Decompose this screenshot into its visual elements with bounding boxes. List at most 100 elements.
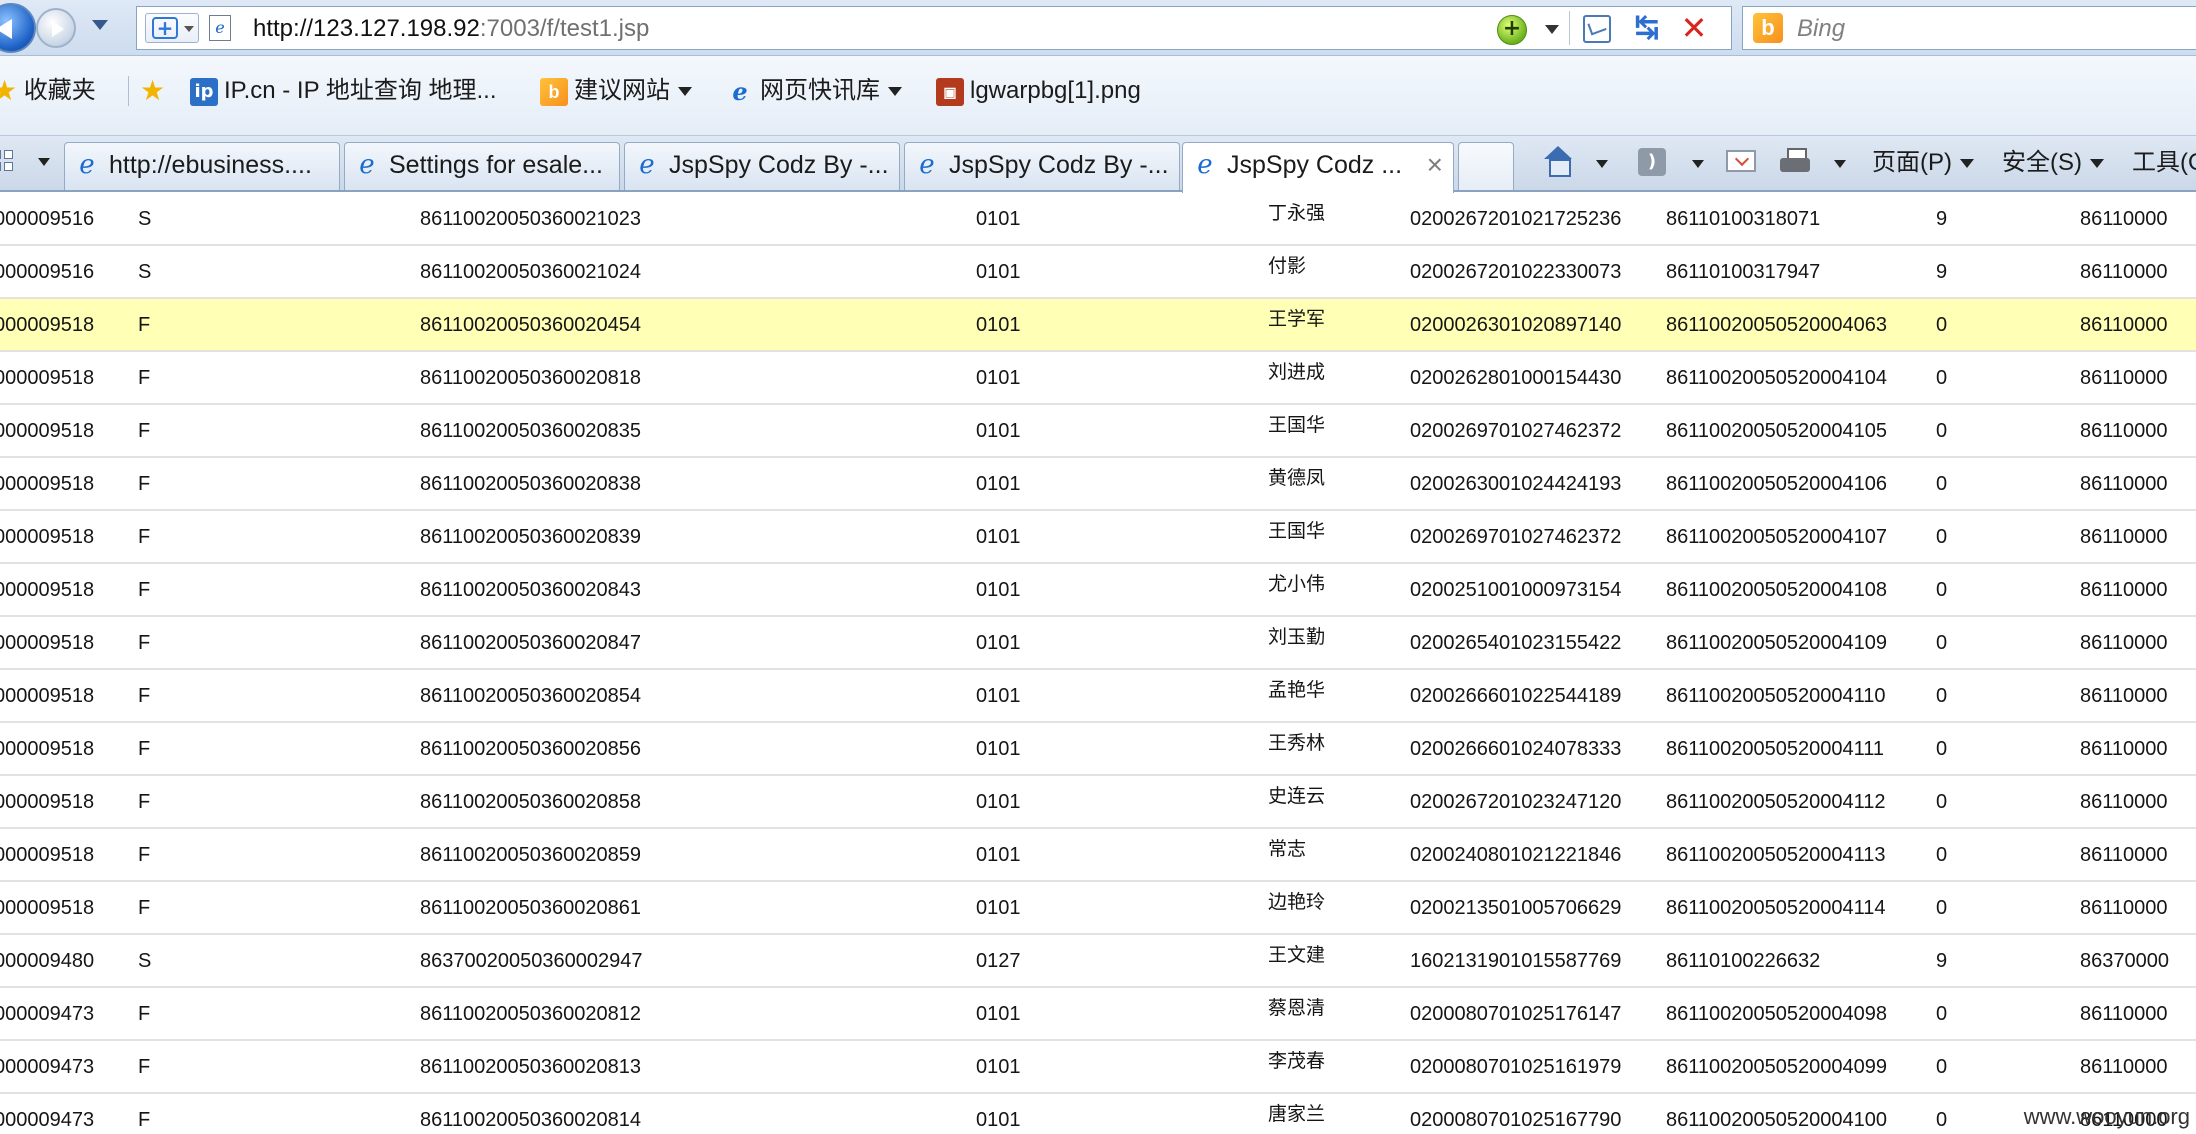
cell-code: 0101: [976, 261, 1021, 283]
cell-ref-no: 86110020050520004105: [1666, 420, 1887, 442]
favorite-link-suggested-sites[interactable]: b 建议网站: [540, 74, 692, 108]
tab-jspspy-1[interactable]: e JspSpy Codz By -...: [624, 142, 900, 190]
cell-card-no: 0200080701025176147: [1410, 1003, 1622, 1025]
compatibility-icon[interactable]: +: [1497, 15, 1527, 45]
tab-list-dropdown-icon[interactable]: [38, 158, 50, 166]
cell-id: 000009518: [0, 420, 95, 442]
feeds-icon[interactable]: ): [1638, 148, 1666, 176]
favorite-label: lgwarpbg[1].png: [970, 77, 1141, 104]
table-row[interactable]: 000009518 F 86110020050360020856 0101 王秀林 020…: [0, 723, 2196, 776]
add-site-button[interactable]: +: [145, 13, 199, 43]
table-row[interactable]: 000009473 F 86110020050360020813 0101 李茂春 020…: [0, 1041, 2196, 1094]
compatibility-view-icon[interactable]: [1583, 15, 1611, 43]
cell-account: 86110020050360020854: [420, 685, 641, 707]
cell-card-no: 0200080701025167790: [1410, 1109, 1622, 1131]
favorite-link-web-slices[interactable]: e 网页快讯库: [726, 74, 902, 108]
cell-account: 86110020050360020454: [420, 314, 641, 336]
chevron-down-icon[interactable]: [1545, 25, 1559, 34]
table-row[interactable]: 000009518 F 86110020050360020854 0101 孟艳华 020…: [0, 670, 2196, 723]
favorite-label: IP.cn - IP 地址查询 地理...: [224, 77, 497, 104]
page-menu-button[interactable]: 页面(P): [1872, 146, 1974, 180]
back-button[interactable]: [0, 3, 36, 53]
favorite-link-png[interactable]: ▣ lgwarpbg[1].png: [936, 74, 1141, 108]
cell-id: 000009480: [0, 950, 95, 972]
recent-pages-dropdown-icon[interactable]: [92, 20, 108, 30]
quick-tabs-icon[interactable]: [0, 148, 26, 178]
cell-type: F: [138, 367, 151, 389]
tab-jspspy-2[interactable]: e JspSpy Codz By -...: [904, 142, 1180, 190]
url-text[interactable]: http://123.127.198.92:7003/f/test1.jsp: [253, 15, 649, 43]
cell-type: F: [138, 1003, 151, 1025]
refresh-icon[interactable]: ↹: [1630, 13, 1664, 45]
table-row[interactable]: 000009518 F 86110020050360020838 0101 黄德凤 020…: [0, 458, 2196, 511]
table-row-highlighted[interactable]: 000009518 F 86110020050360020454 0101 王学军 020…: [0, 299, 2196, 352]
search-placeholder[interactable]: Bing: [1797, 15, 1845, 43]
address-field[interactable]: + e http://123.127.198.92:7003/f/test1.j…: [136, 6, 1732, 50]
chevron-down-icon[interactable]: [1596, 160, 1608, 168]
cell-id: 000009518: [0, 685, 95, 707]
cell-account: 86110020050360020856: [420, 738, 641, 760]
favorite-link-ipcn[interactable]: ip IP.cn - IP 地址查询 地理...: [190, 74, 497, 108]
cell-name: 王国华: [1268, 520, 1326, 542]
cell-code: 0101: [976, 844, 1021, 866]
search-box[interactable]: b Bing: [1742, 6, 2196, 50]
add-to-favorites-button[interactable]: ★: [140, 74, 165, 108]
cell-name: 尤小伟: [1268, 573, 1326, 595]
cell-type: S: [138, 950, 152, 972]
cell-code: 0101: [976, 579, 1021, 601]
cell-flag: 0: [1936, 314, 1948, 336]
table-row[interactable]: 000009518 F 86110020050360020858 0101 史连云 020…: [0, 776, 2196, 829]
cell-id: 000009516: [0, 261, 95, 283]
tools-menu-button[interactable]: 工具(O): [2132, 146, 2196, 180]
table-row[interactable]: 000009518 F 86110020050360020835 0101 王国华 020…: [0, 405, 2196, 458]
ie-icon: e: [359, 150, 375, 180]
chevron-down-icon[interactable]: [1692, 160, 1704, 168]
cell-id: 000009518: [0, 844, 95, 866]
cell-code: 0101: [976, 897, 1021, 919]
cell-branch: 86110000: [2080, 420, 2168, 442]
table-row[interactable]: 000009518 F 86110020050360020859 0101 常志 0200…: [0, 829, 2196, 882]
home-icon[interactable]: [1542, 146, 1574, 178]
cell-ref-no: 86110100317947: [1666, 261, 1821, 283]
tab-ebusiness[interactable]: e http://ebusiness....: [64, 142, 340, 190]
cell-code: 0101: [976, 791, 1021, 813]
cell-branch: 86110000: [2080, 1003, 2168, 1025]
url-path: :7003/f/test1.jsp: [479, 15, 650, 42]
cell-code: 0127: [976, 950, 1021, 972]
add-favorite-star-icon: ★: [140, 75, 166, 106]
cell-code: 0101: [976, 1056, 1021, 1078]
table-row[interactable]: 000009518 F 86110020050360020843 0101 尤小伟 020…: [0, 564, 2196, 617]
cell-account: 86110020050360020858: [420, 791, 641, 813]
cell-type: F: [138, 1056, 151, 1078]
table-row[interactable]: 000009518 F 86110020050360020847 0101 刘玉勤 020…: [0, 617, 2196, 670]
table-row[interactable]: 000009480 S 86370020050360002947 0127 王文建 160…: [0, 935, 2196, 988]
favorites-button[interactable]: ★ 收藏夹: [0, 74, 96, 108]
table-row[interactable]: 000009518 F 86110020050360020818 0101 刘进成 020…: [0, 352, 2196, 405]
mail-icon[interactable]: [1726, 150, 1756, 172]
cell-type: F: [138, 791, 151, 813]
close-tab-icon[interactable]: ×: [1427, 143, 1443, 187]
star-icon: ★: [0, 75, 18, 106]
ie-icon: e: [919, 150, 935, 180]
stop-icon[interactable]: ✕: [1677, 12, 1711, 45]
new-tab-button[interactable]: [1458, 142, 1514, 190]
forward-button[interactable]: [36, 8, 76, 48]
table-row[interactable]: 000009518 F 86110020050360020861 0101 边艳玲 020…: [0, 882, 2196, 935]
ie-icon: e: [639, 150, 655, 180]
tab-jspspy-active[interactable]: e JspSpy Codz ... ×: [1182, 142, 1454, 194]
table-row[interactable]: 000009473 F 86110020050360020814 0101 唐家兰 020…: [0, 1094, 2196, 1134]
cell-branch: 86110000: [2080, 261, 2168, 283]
chevron-down-icon[interactable]: [1834, 160, 1846, 168]
table-row[interactable]: 000009518 F 86110020050360020839 0101 王国华 020…: [0, 511, 2196, 564]
cell-flag: 0: [1936, 738, 1948, 760]
safety-menu-button[interactable]: 安全(S): [2002, 146, 2104, 180]
table-row[interactable]: 000009473 F 86110020050360020812 0101 蔡恩清 020…: [0, 988, 2196, 1041]
cell-branch: 86110000: [2080, 738, 2168, 760]
tab-settings[interactable]: e Settings for esale...: [344, 142, 620, 190]
cell-branch: 86370000: [2080, 950, 2169, 972]
cell-type: F: [138, 1109, 151, 1131]
print-icon[interactable]: [1780, 148, 1812, 176]
cell-type: F: [138, 314, 151, 336]
table-row[interactable]: 000009516 S 86110020050360021023 0101 丁永强 020…: [0, 193, 2196, 246]
table-row[interactable]: 000009516 S 86110020050360021024 0101 付影 0200…: [0, 246, 2196, 299]
